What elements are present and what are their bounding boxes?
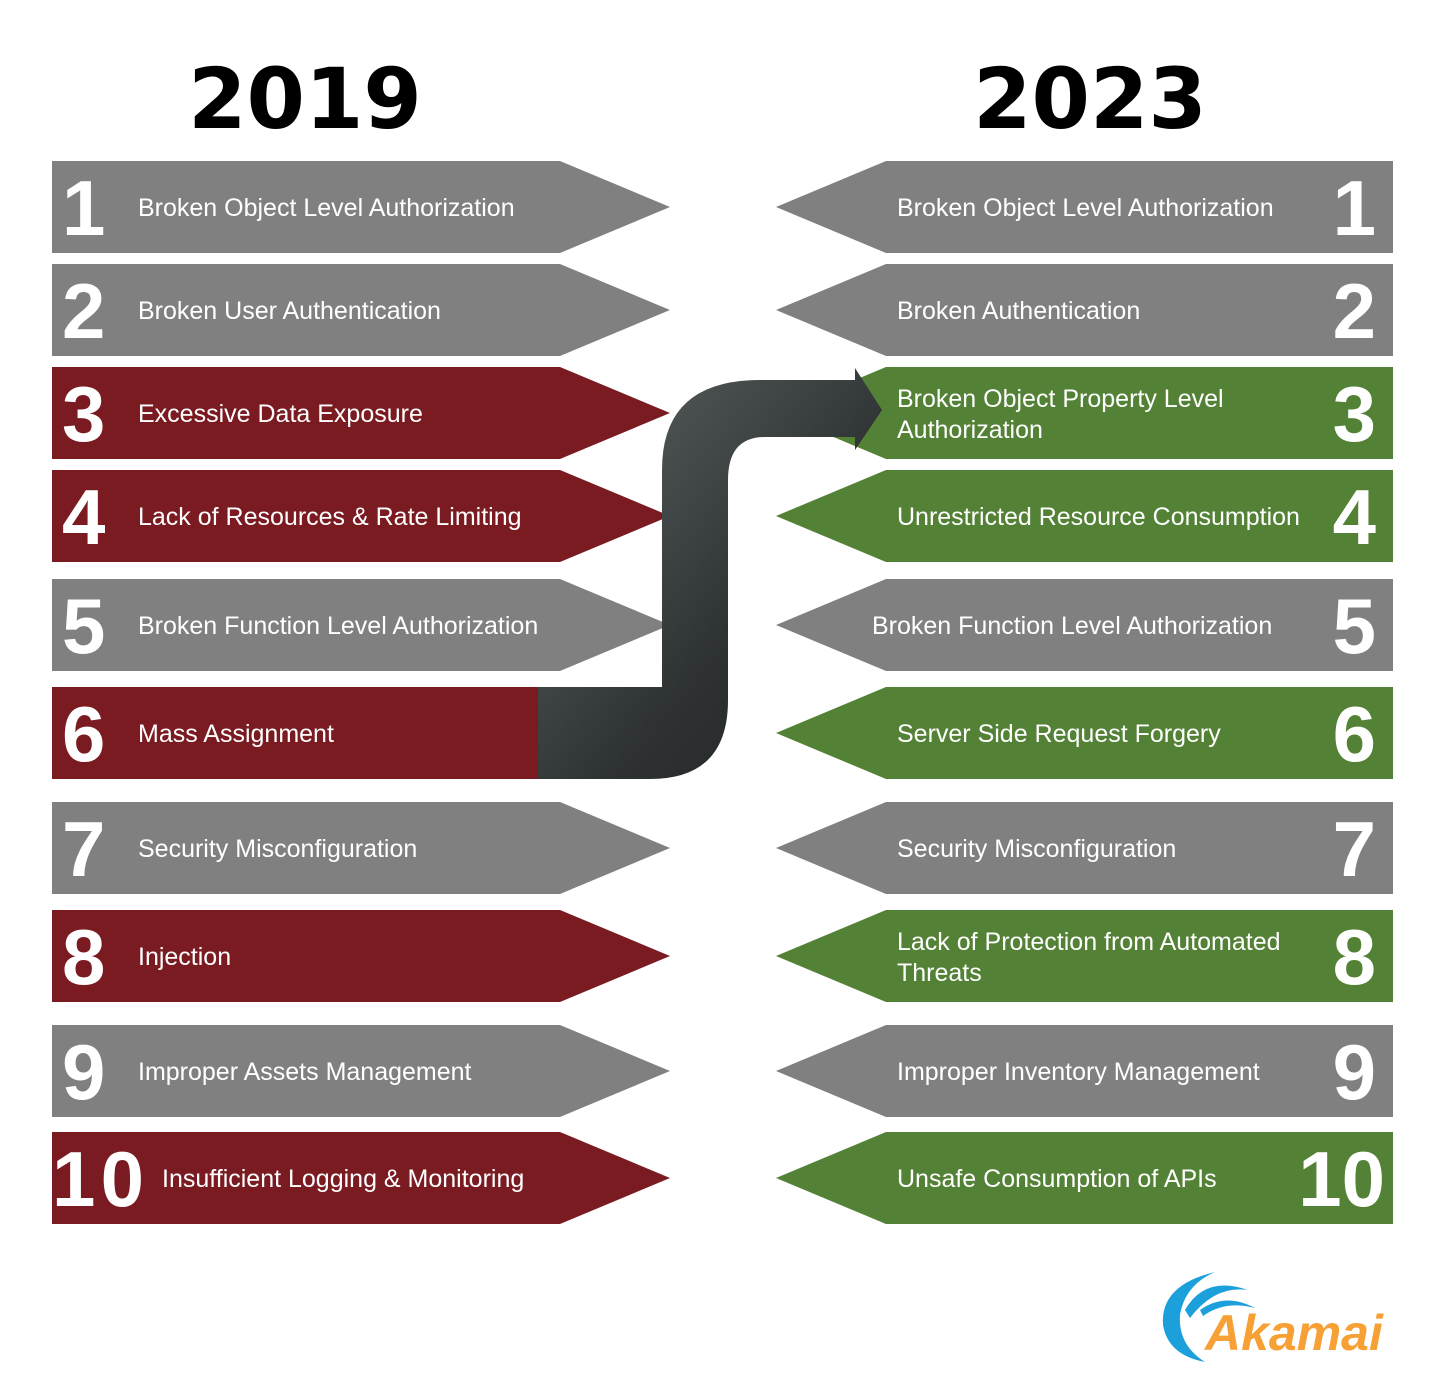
akamai-logo: Akamai <box>1162 1272 1384 1362</box>
left-item-label: Mass Assignment <box>138 720 334 748</box>
logo-text: Akamai <box>1203 1305 1384 1361</box>
right-item-label-line: Broken Object Property Level <box>897 385 1224 413</box>
right-item-label: Unsafe Consumption of APIs <box>897 1165 1217 1193</box>
rank-number: 6 <box>1333 690 1376 778</box>
right-item-8: 8 Lack of Protection from Automated Threat… <box>776 910 1393 1002</box>
rank-number: 3 <box>62 370 105 458</box>
left-item-label: Excessive Data Exposure <box>138 400 423 428</box>
left-item-label: Lack of Resources & Rate Limiting <box>138 503 522 531</box>
rank-number: 2 <box>62 267 105 355</box>
rank-number: 6 <box>62 690 105 778</box>
right-item-label: Improper Inventory Management <box>897 1058 1260 1086</box>
right-item-label: Server Side Request Forgery <box>897 720 1221 748</box>
rank-number: 4 <box>62 473 105 561</box>
left-item-3: 3 Excessive Data Exposure <box>52 367 670 459</box>
left-item-4: 4 Lack of Resources & Rate Limiting <box>52 470 670 562</box>
right-item-label: Broken Function Level Authorization <box>872 612 1272 640</box>
rank-number: 9 <box>1333 1028 1376 1116</box>
left-item-label: Broken Object Level Authorization <box>138 194 515 222</box>
left-item-5: 5 Broken Function Level Authorization <box>52 579 670 671</box>
left-item-2: 2 Broken User Authentication <box>52 264 670 356</box>
rank-number: 9 <box>62 1028 105 1116</box>
left-item-label: Injection <box>138 943 231 971</box>
rank-number: 1 <box>1333 164 1376 252</box>
left-item-label: Insufficient Logging & Monitoring <box>162 1165 524 1193</box>
left-item-label: Security Misconfiguration <box>138 835 417 863</box>
rank-number: 5 <box>62 582 105 670</box>
right-item-label: Security Misconfiguration <box>897 835 1176 863</box>
rank-number: 8 <box>1333 913 1376 1001</box>
left-item-6: 6 Mass Assignment <box>52 687 540 779</box>
rank-number: 7 <box>62 805 105 893</box>
left-item-label: Improper Assets Management <box>138 1058 472 1086</box>
left-item-label: Broken User Authentication <box>138 297 441 325</box>
rank-number: 10 <box>1298 1135 1385 1223</box>
right-item-9: 9 Improper Inventory Management <box>776 1025 1393 1117</box>
right-item-7: 7 Security Misconfiguration <box>776 802 1393 894</box>
left-item-7: 7 Security Misconfiguration <box>52 802 670 894</box>
right-item-label: Broken Authentication <box>897 297 1140 325</box>
right-item-label-line: Threats <box>897 959 982 987</box>
rank-number: 4 <box>1333 473 1376 561</box>
left-item-10: 10 Insufficient Logging & Monitoring <box>52 1132 670 1224</box>
rank-number: 8 <box>62 913 105 1001</box>
right-item-2: 2 Broken Authentication <box>776 264 1393 356</box>
year-2023-heading: 2023 <box>973 50 1207 148</box>
right-item-shape <box>776 910 1393 1002</box>
right-item-6: 6 Server Side Request Forgery <box>776 687 1393 779</box>
right-item-label-line: Lack of Protection from Automated <box>897 928 1281 956</box>
left-item-9: 9 Improper Assets Management <box>52 1025 670 1117</box>
rank-number: 1 <box>62 164 105 252</box>
api-top10-comparison-diagram: 2019 2023 1 Broken Object Level Authoriza… <box>52 50 1393 1362</box>
right-item-5: 5 Broken Function Level Authorization <box>776 579 1393 671</box>
right-item-label-line: Authorization <box>897 416 1043 444</box>
right-item-1: 1 Broken Object Level Authorization <box>776 161 1393 253</box>
rank-number: 7 <box>1333 805 1376 893</box>
year-2019-heading: 2019 <box>188 50 422 148</box>
rank-number: 5 <box>1333 582 1376 670</box>
left-item-label: Broken Function Level Authorization <box>138 612 538 640</box>
rank-number: 3 <box>1333 370 1376 458</box>
right-item-10: 10 Unsafe Consumption of APIs <box>776 1132 1393 1224</box>
right-item-4: 4 Unrestricted Resource Consumption <box>776 470 1393 562</box>
left-item-8: 8 Injection <box>52 910 670 1002</box>
left-item-1: 1 Broken Object Level Authorization <box>52 161 670 253</box>
rank-number: 2 <box>1333 267 1376 355</box>
right-item-label: Broken Object Level Authorization <box>897 194 1274 222</box>
right-item-label: Unrestricted Resource Consumption <box>897 503 1300 531</box>
